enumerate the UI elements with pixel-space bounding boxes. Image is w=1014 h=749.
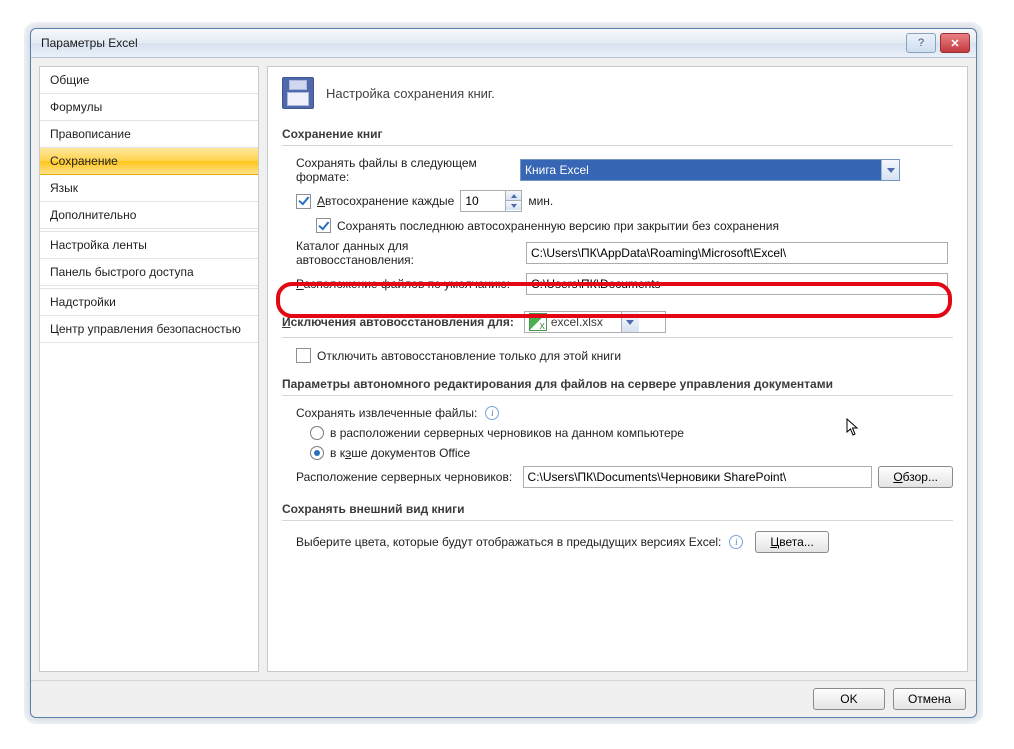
exceptions-label: Исключения автовосстановления для:Исключ… <box>282 315 514 329</box>
save-format-value: Книга Excel <box>521 160 881 180</box>
autosave-suffix: мин. <box>528 194 553 208</box>
radio-server-drafts[interactable] <box>310 426 324 440</box>
autosave-minutes-spinner[interactable] <box>460 190 522 212</box>
autorecover-catalog-label: Каталог данных для автовосстановления: <box>296 239 520 267</box>
excel-options-dialog: Параметры Excel ? ✕ Общие Формулы Правоп… <box>30 28 977 718</box>
save-icon <box>282 77 314 109</box>
server-drafts-input[interactable] <box>523 466 873 488</box>
save-extracted-label: Сохранять извлеченные файлы: <box>296 406 477 420</box>
section-appearance-header: Сохранять внешний вид книги <box>282 498 953 521</box>
section-exceptions-header: Исключения автовосстановления для:Исключ… <box>282 307 953 338</box>
keep-last-autosaved-checkbox[interactable] <box>316 218 331 233</box>
sidebar-item-quick-access[interactable]: Панель быстрого доступа <box>40 259 258 286</box>
section-save-header: Сохранение книг <box>282 123 953 146</box>
autosave-label: ААвтосохранение каждыевтосохранение кажд… <box>317 194 454 208</box>
section-offline-header: Параметры автономного редактирования для… <box>282 373 953 396</box>
spinner-up-icon[interactable] <box>506 191 521 200</box>
sidebar-item-formulas[interactable]: Формулы <box>40 94 258 121</box>
autorecover-catalog-input[interactable] <box>526 242 948 264</box>
page-title: Настройка сохранения книг. <box>326 86 495 101</box>
sidebar-item-save[interactable]: Сохранение <box>40 148 258 175</box>
spinner-down-icon[interactable] <box>506 200 521 210</box>
autosave-checkbox[interactable] <box>296 194 311 209</box>
sidebar: Общие Формулы Правописание Сохранение Яз… <box>39 66 259 672</box>
content-panel: Настройка сохранения книг. Сохранение кн… <box>267 66 968 672</box>
sidebar-item-advanced[interactable]: Дополнительно <box>40 202 258 229</box>
titlebar: Параметры Excel ? ✕ <box>31 29 976 58</box>
cancel-button[interactable]: Отмена <box>893 688 966 710</box>
excel-file-icon <box>529 313 547 331</box>
sidebar-item-language[interactable]: Язык <box>40 175 258 202</box>
disable-autorecover-checkbox[interactable] <box>296 348 311 363</box>
disable-autorecover-label: Отключить автовосстановление только для … <box>317 349 621 363</box>
radio-office-cache-label: в кэше документов Officeв кэше документо… <box>330 446 470 460</box>
close-button[interactable]: ✕ <box>940 33 970 53</box>
browse-button[interactable]: Обзор...Обзор... <box>878 466 953 488</box>
server-drafts-label: Расположение серверных черновиков: <box>296 470 517 484</box>
radio-office-cache[interactable] <box>310 446 324 460</box>
autosave-minutes-input[interactable] <box>461 191 505 211</box>
info-icon[interactable]: i <box>729 535 743 549</box>
window-buttons: ? ✕ <box>906 33 970 53</box>
sidebar-item-general[interactable]: Общие <box>40 67 258 94</box>
format-label: Сохранять файлы в следующем формате: <box>296 156 514 184</box>
dialog-footer: OK Отмена <box>31 680 976 717</box>
page-header: Настройка сохранения книг. <box>282 77 953 109</box>
sidebar-item-proofing[interactable]: Правописание <box>40 121 258 148</box>
dialog-body: Общие Формулы Правописание Сохранение Яз… <box>31 58 976 680</box>
sidebar-item-addins[interactable]: Надстройки <box>40 288 258 316</box>
default-location-label: Расположение файлов по умолчанию:Располо… <box>296 277 520 291</box>
sidebar-item-trust-center[interactable]: Центр управления безопасностью <box>40 316 258 343</box>
window-title: Параметры Excel <box>41 36 138 50</box>
info-icon[interactable]: i <box>485 406 499 420</box>
ok-button[interactable]: OK <box>813 688 885 710</box>
colors-button[interactable]: Цвета...Цвета... <box>755 531 828 553</box>
keep-last-autosaved-label: Сохранять последнюю автосохраненную верс… <box>337 219 779 233</box>
sidebar-item-customize-ribbon[interactable]: Настройка ленты <box>40 231 258 259</box>
help-button[interactable]: ? <box>906 33 936 53</box>
colors-prompt-label: Выберите цвета, которые будут отображать… <box>296 535 721 549</box>
chevron-down-icon[interactable] <box>881 160 899 180</box>
chevron-down-icon[interactable] <box>621 312 639 332</box>
radio-server-drafts-label: в расположении серверных черновиков на д… <box>330 426 684 440</box>
default-location-input[interactable] <box>526 273 948 295</box>
save-format-dropdown[interactable]: Книга Excel <box>520 159 900 181</box>
exceptions-file-dropdown[interactable]: excel.xlsx <box>524 311 666 333</box>
exceptions-file-value: excel.xlsx <box>551 315 621 329</box>
